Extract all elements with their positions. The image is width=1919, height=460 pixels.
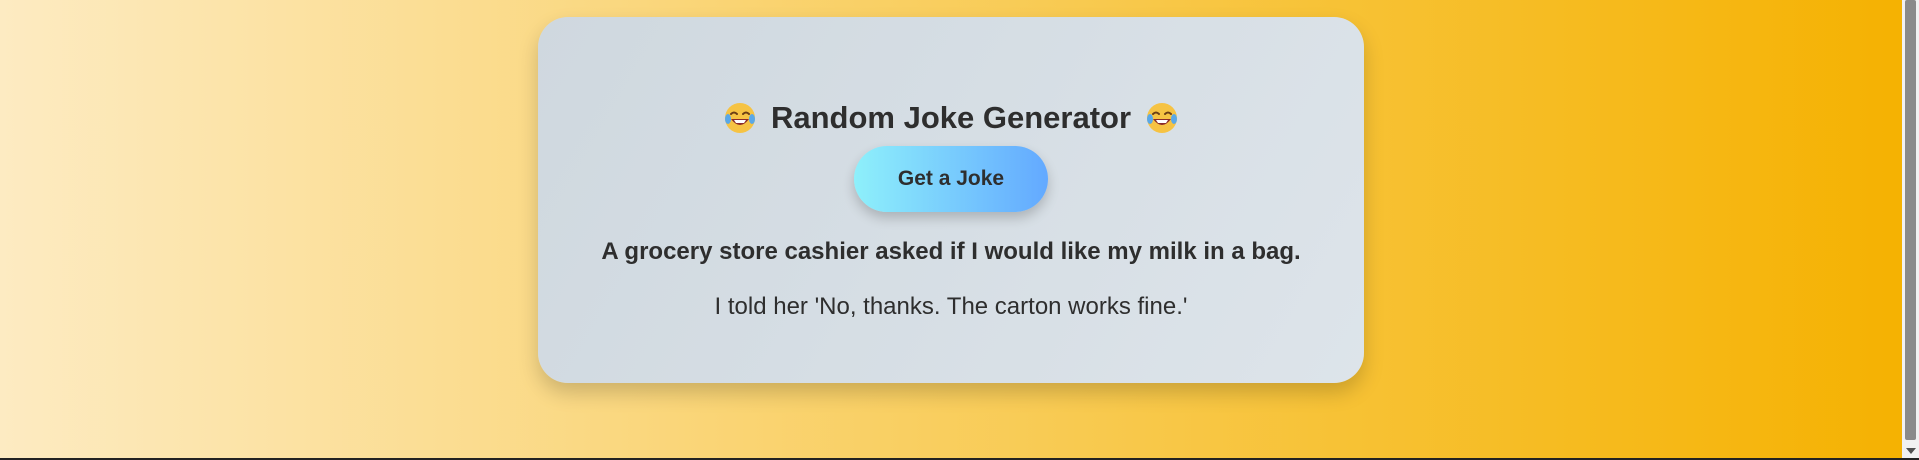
scroll-down-arrow-icon[interactable] [1906, 448, 1916, 454]
page-background: Random Joke Generator Get a Joke A groce… [0, 0, 1919, 460]
face-with-tears-of-joy-icon [1145, 101, 1179, 135]
scrollbar-thumb[interactable] [1905, 0, 1916, 440]
joke-card: Random Joke Generator Get a Joke A groce… [538, 17, 1364, 383]
get-joke-button[interactable]: Get a Joke [854, 146, 1048, 212]
title-text: Random Joke Generator [770, 100, 1132, 135]
vertical-scrollbar[interactable] [1902, 0, 1919, 458]
joke-punchline: I told her 'No, thanks. The carton works… [714, 293, 1188, 320]
face-with-tears-of-joy-icon [723, 101, 757, 135]
page-title: Random Joke Generator [538, 97, 1364, 139]
joke-setup: A grocery store cashier asked if I would… [601, 238, 1301, 265]
